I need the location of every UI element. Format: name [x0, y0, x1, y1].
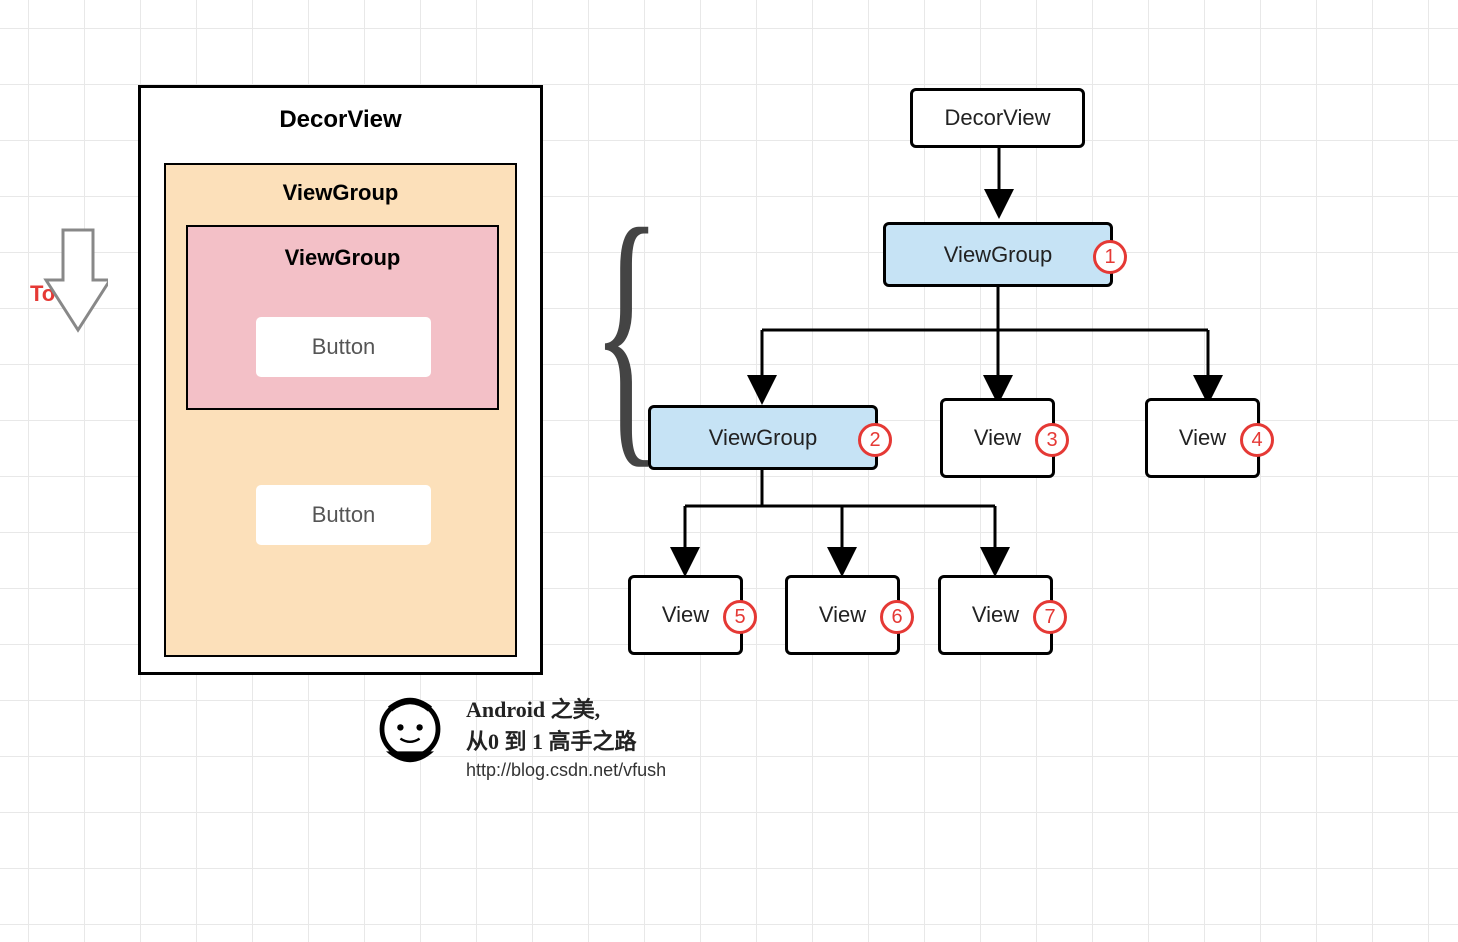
badge-6: 6: [880, 600, 914, 634]
footer-title-1: Android 之美,: [466, 697, 600, 722]
badge-7: 7: [1033, 600, 1067, 634]
footer-url: http://blog.csdn.net/vfush: [466, 760, 666, 781]
footer-title-2: 从0 到 1 高手之路: [466, 729, 637, 754]
footer-text: Android 之美, 从0 到 1 高手之路 http://blog.csdn…: [466, 692, 666, 781]
arrow-vg2-branches: [0, 0, 1458, 942]
tree-view-6: View 6: [785, 575, 900, 655]
tree-view7-label: View: [972, 602, 1019, 628]
badge-5: 5: [723, 600, 757, 634]
tree-view-7: View 7: [938, 575, 1053, 655]
footer-logo-icon: [370, 697, 450, 777]
tree-view-5: View 5: [628, 575, 743, 655]
tree-view5-label: View: [662, 602, 709, 628]
tree-view6-label: View: [819, 602, 866, 628]
footer-watermark: Android 之美, 从0 到 1 高手之路 http://blog.csdn…: [370, 692, 666, 781]
